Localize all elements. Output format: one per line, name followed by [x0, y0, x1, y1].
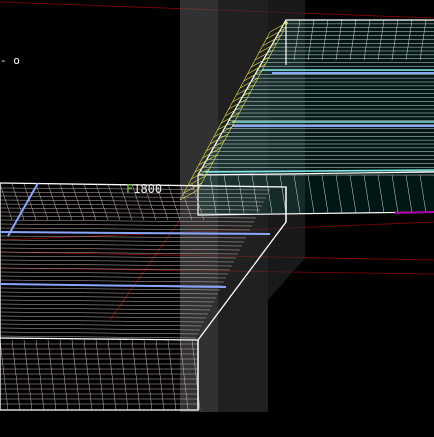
mesh-line — [35, 339, 45, 411]
mesh-line — [0, 307, 211, 311]
mesh-line — [107, 183, 121, 221]
mesh-line — [47, 183, 61, 221]
accent-line — [394, 211, 434, 214]
mesh-line — [0, 331, 199, 335]
model-scene[interactable] — [0, 0, 434, 437]
mesh-line — [47, 339, 57, 411]
mesh-line — [83, 183, 97, 221]
mesh-line — [83, 339, 93, 411]
mesh-line — [167, 339, 177, 411]
mesh-line — [143, 339, 153, 411]
dimension-value: 1800 — [133, 182, 163, 196]
dimension-label[interactable]: F1800 — [126, 182, 162, 196]
mesh-line — [0, 183, 13, 221]
mesh-line — [0, 339, 9, 411]
mesh-line — [0, 319, 205, 323]
mesh-line — [71, 183, 85, 221]
mesh-line — [0, 315, 207, 319]
mesh-line — [11, 339, 21, 411]
mesh-line — [0, 311, 209, 315]
mesh-line — [155, 339, 165, 411]
3d-viewport[interactable]: F1800 - o — [0, 0, 434, 437]
mesh-line — [95, 339, 105, 411]
mesh-line — [131, 339, 141, 411]
mesh-line — [35, 183, 49, 221]
mesh-line — [59, 183, 73, 221]
mesh-line — [119, 339, 129, 411]
corner-mark: - o — [0, 54, 20, 67]
mesh-line — [95, 183, 109, 221]
mesh-line — [0, 327, 201, 331]
mesh-line — [107, 339, 117, 411]
mesh-line — [11, 183, 25, 221]
mesh-line — [23, 339, 33, 411]
mesh-line — [71, 339, 81, 411]
mesh-line — [59, 339, 69, 411]
mesh-line — [0, 323, 203, 327]
